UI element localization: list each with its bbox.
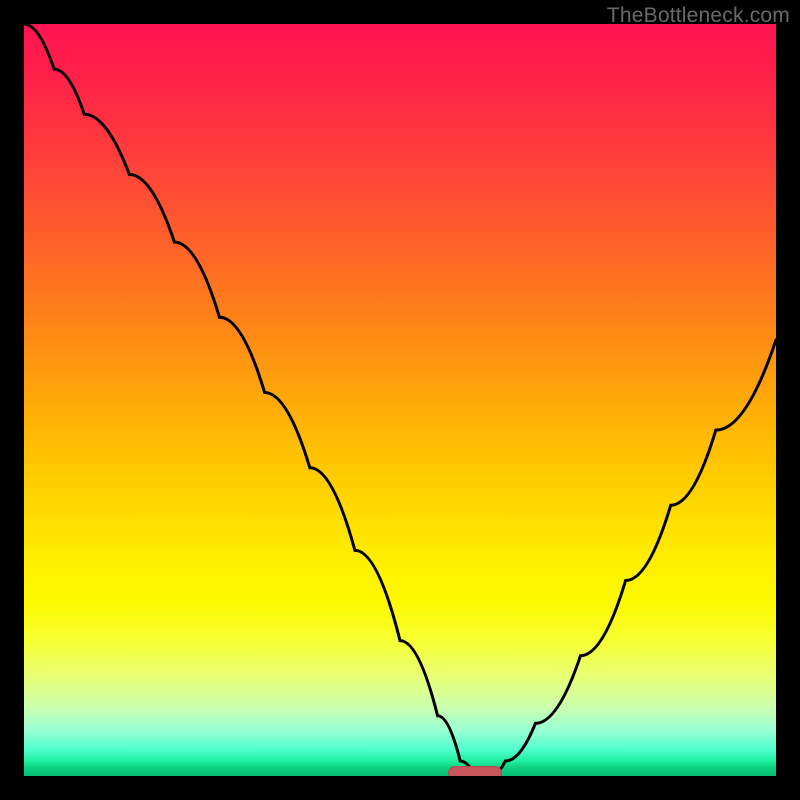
plot-area — [24, 24, 776, 776]
optimal-point-marker — [448, 766, 502, 776]
outer-frame: TheBottleneck.com — [0, 0, 800, 800]
bottleneck-curve — [24, 24, 776, 776]
